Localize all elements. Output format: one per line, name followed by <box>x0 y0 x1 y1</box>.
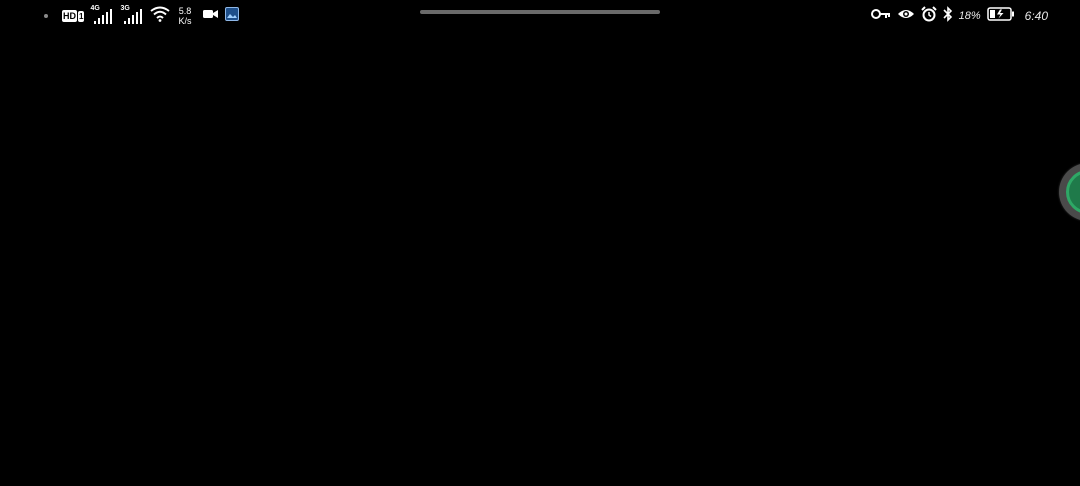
sim2-network-label: 3G <box>120 5 130 12</box>
eye-comfort-icon <box>897 7 915 26</box>
hd-label: HD <box>62 10 77 22</box>
sim1-signal-icon: 4G <box>90 5 114 25</box>
floating-app-bubble[interactable] <box>1059 163 1080 221</box>
notification-dot-icon <box>44 14 48 18</box>
hd-volte-icon: HD 1 <box>62 10 85 22</box>
sim2-signal-icon: 3G <box>120 5 144 25</box>
data-speed-value: 5.8 <box>178 6 192 16</box>
screen: HD 1 4G 3G 5.8 K/s 18% 6:40 <box>0 0 1080 486</box>
status-bar: HD 1 4G 3G 5.8 K/s 18% 6:40 <box>0 0 1080 32</box>
clock: 6:40 <box>1024 9 1048 23</box>
status-bar-left: HD 1 4G 3G 5.8 K/s <box>44 4 240 28</box>
bluetooth-icon <box>943 5 953 27</box>
battery-percent: 18% <box>958 10 981 22</box>
video-camera-icon <box>203 7 219 25</box>
gesture-pill[interactable] <box>420 10 660 14</box>
battery-charging-icon <box>986 6 1015 26</box>
sim1-network-label: 4G <box>90 5 100 12</box>
vpn-key-icon <box>870 7 891 25</box>
alarm-icon <box>920 5 937 27</box>
wifi-icon <box>150 6 171 27</box>
data-speed-unit: K/s <box>178 16 192 26</box>
status-bar-right: 18% 6:40 <box>870 4 1048 28</box>
data-speed: 5.8 K/s <box>178 6 191 26</box>
gallery-notification-icon <box>225 6 240 26</box>
floating-app-icon <box>1066 170 1080 214</box>
sim-label: 1 <box>78 10 85 22</box>
